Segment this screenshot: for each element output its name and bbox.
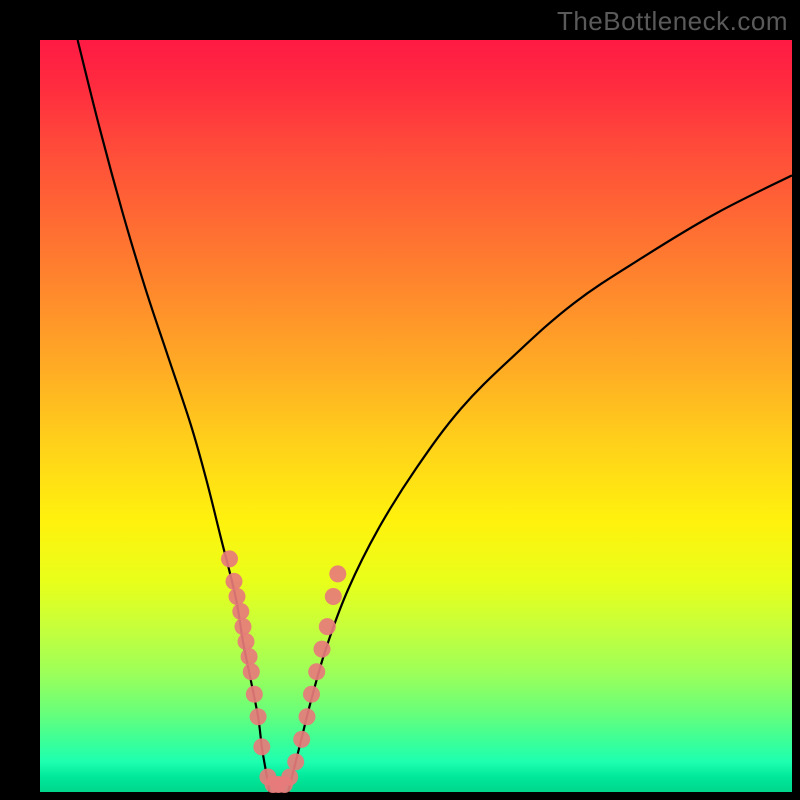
- scatter-dot: [226, 573, 243, 590]
- scatter-dot: [293, 731, 310, 748]
- scatter-dot: [241, 648, 258, 665]
- scatter-dot: [325, 588, 342, 605]
- scatter-dot: [221, 550, 238, 567]
- scatter-dot: [235, 618, 252, 635]
- plot-area: [40, 40, 792, 792]
- curve-right-branch: [288, 175, 792, 792]
- scatter-dot: [229, 588, 246, 605]
- scatter-dot: [232, 603, 249, 620]
- curve-left-branch: [78, 40, 270, 792]
- scatter-dot: [329, 565, 346, 582]
- curve-layer: [40, 40, 792, 792]
- scatter-dot: [299, 708, 316, 725]
- scatter-dot: [303, 686, 320, 703]
- scatter-dot: [250, 708, 267, 725]
- scatter-dots: [221, 550, 346, 793]
- scatter-dot: [243, 663, 260, 680]
- scatter-dot: [246, 686, 263, 703]
- watermark-text: TheBottleneck.com: [557, 6, 788, 37]
- scatter-dot: [308, 663, 325, 680]
- scatter-dot: [281, 769, 298, 786]
- scatter-dot: [314, 641, 331, 658]
- scatter-dot: [253, 738, 270, 755]
- scatter-dot: [319, 618, 336, 635]
- scatter-dot: [287, 753, 304, 770]
- scatter-dot: [238, 633, 255, 650]
- chart-frame: TheBottleneck.com: [0, 0, 800, 800]
